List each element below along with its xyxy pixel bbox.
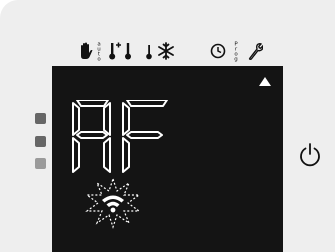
svg-text:Prog: Prog	[234, 42, 238, 63]
temp-plus-icon	[108, 40, 122, 62]
snowflake-icon	[157, 40, 175, 62]
temp-icon	[123, 40, 133, 62]
lcd-screen: RF	[52, 66, 283, 252]
auto-icon: auto auto	[95, 40, 103, 63]
temp-low-icon	[144, 40, 154, 62]
prog-icon: Prog Prog	[232, 40, 240, 63]
power-button[interactable]	[297, 141, 323, 169]
wrench-icon	[247, 40, 263, 62]
clock-icon	[210, 40, 226, 62]
segment-digits	[72, 99, 168, 173]
wifi-status-burst	[83, 177, 143, 233]
segment-display: RF	[70, 99, 172, 178]
thermostat-panel: auto auto	[0, 0, 335, 252]
triangle-up-icon	[259, 71, 271, 90]
side-button-2[interactable]	[35, 136, 46, 147]
mode-icon-row: auto auto	[0, 40, 335, 62]
side-button-1[interactable]	[35, 113, 46, 124]
wifi-icon	[102, 195, 124, 213]
svg-text:auto: auto	[97, 42, 101, 63]
side-button-3[interactable]	[35, 158, 46, 169]
hand-icon	[78, 40, 94, 62]
power-icon	[300, 143, 320, 167]
